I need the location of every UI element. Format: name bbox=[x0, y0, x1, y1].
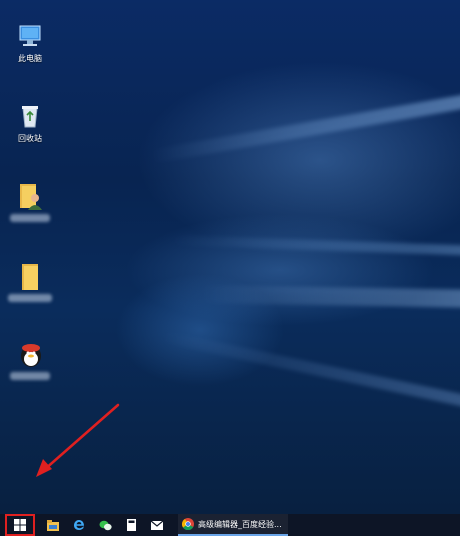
chrome-icon bbox=[182, 518, 194, 530]
taskbar-mail[interactable] bbox=[144, 514, 170, 536]
taskbar: 高级编辑器_百度经验... bbox=[0, 514, 460, 536]
file-explorer-icon bbox=[47, 519, 59, 531]
start-button[interactable] bbox=[5, 514, 35, 536]
taskbar-calculator[interactable] bbox=[118, 514, 144, 536]
running-app-title: 高级编辑器_百度经验... bbox=[198, 519, 282, 529]
desktop[interactable]: 此电脑 回收站 bbox=[0, 0, 460, 514]
taskbar-running-chrome[interactable]: 高级编辑器_百度经验... bbox=[178, 514, 288, 536]
calculator-icon bbox=[126, 519, 136, 531]
edge-browser-icon bbox=[74, 520, 84, 530]
taskbar-edge[interactable] bbox=[66, 514, 92, 536]
wechat-icon bbox=[99, 520, 112, 530]
mail-icon bbox=[151, 520, 163, 530]
taskbar-wechat[interactable] bbox=[92, 514, 118, 536]
annotation-arrow bbox=[36, 403, 120, 477]
taskbar-file-explorer[interactable] bbox=[40, 514, 66, 536]
windows-logo-icon bbox=[14, 519, 26, 531]
